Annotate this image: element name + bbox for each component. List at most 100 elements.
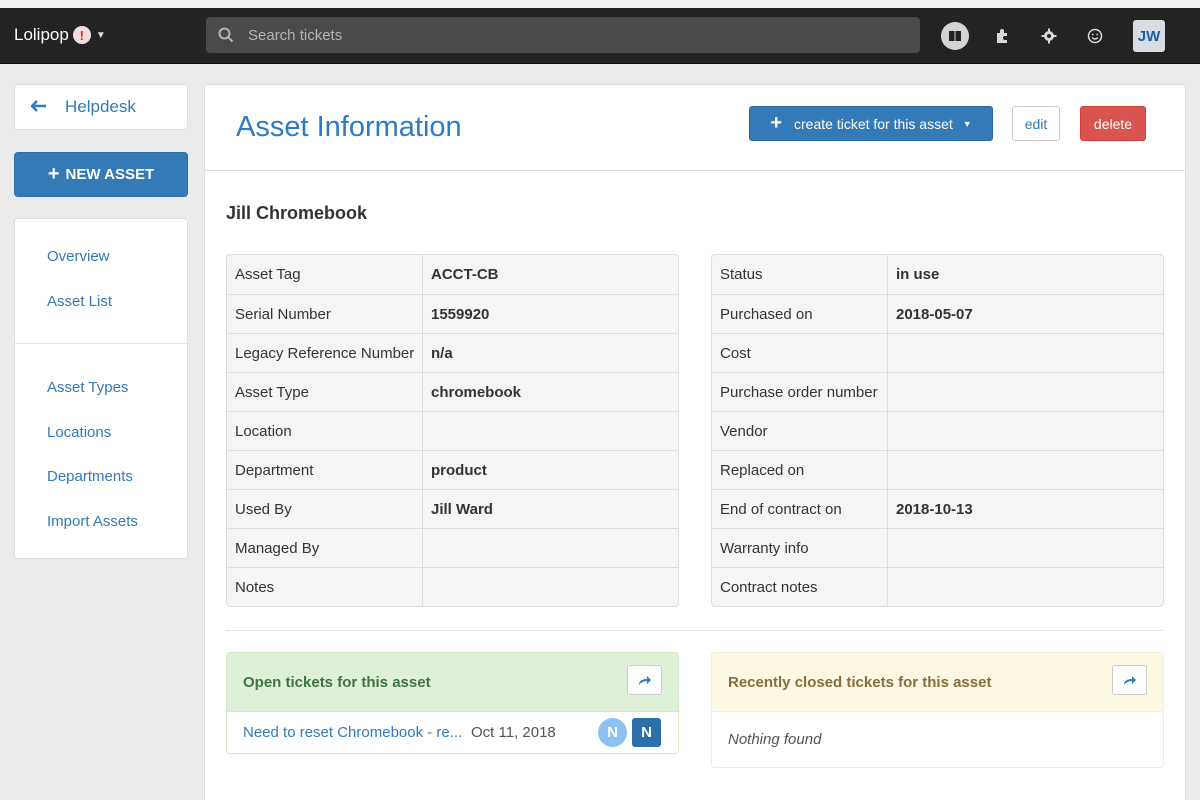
table-row: Purchase order number xyxy=(712,372,1163,411)
field-label: Purchase order number xyxy=(712,373,888,411)
field-label: End of contract on xyxy=(712,490,888,528)
ticket-row: Need to reset Chromebook - re... Oct 11,… xyxy=(227,712,678,753)
asset-details-table: Asset Tag ACCT-CB Serial Number 1559920 Le… xyxy=(226,254,679,607)
field-label: Managed By xyxy=(227,529,423,567)
sidebar-divider xyxy=(15,343,187,344)
sidebar-item-departments[interactable]: Departments xyxy=(47,468,133,485)
delete-button[interactable]: delete xyxy=(1080,106,1146,141)
top-navbar: Lolipop ! ▼ JW xyxy=(0,8,1200,64)
table-row: Cost xyxy=(712,333,1163,372)
table-row: Contract notes xyxy=(712,567,1163,606)
search-input[interactable] xyxy=(248,26,848,44)
table-row: Department product xyxy=(227,450,678,489)
share-arrow-icon xyxy=(638,676,651,685)
field-value xyxy=(423,412,431,450)
field-value: 2018-10-13 xyxy=(896,500,973,518)
ticket-subject-link[interactable]: Need to reset Chromebook - re... xyxy=(243,724,465,741)
chevron-down-icon: ▼ xyxy=(962,118,972,129)
field-value: 2018-05-07 xyxy=(896,305,973,323)
field-label: Notes xyxy=(227,568,423,606)
sidebar-item-overview[interactable]: Overview xyxy=(47,248,110,265)
asset-panel: Asset Information + create ticket for th… xyxy=(204,84,1186,800)
empty-state-text: Nothing found xyxy=(712,712,1163,767)
table-row: Legacy Reference Number n/a xyxy=(227,333,678,372)
section-divider xyxy=(226,630,1164,631)
table-row: Managed By xyxy=(227,528,678,567)
field-value xyxy=(423,529,431,567)
sidebar-item-locations[interactable]: Locations xyxy=(47,424,111,441)
back-label: Helpdesk xyxy=(65,97,136,116)
field-label: Replaced on xyxy=(712,451,888,489)
sidebar-menu: Overview Asset List Asset Types Location… xyxy=(14,218,188,559)
field-value xyxy=(888,373,896,411)
alert-icon: ! xyxy=(72,26,91,44)
field-label: Location xyxy=(227,412,423,450)
window-top-strip xyxy=(0,0,1200,8)
smiley-icon[interactable] xyxy=(1081,22,1109,50)
field-label: Used By xyxy=(227,490,423,528)
assignee-avatar: N xyxy=(598,718,627,747)
search-icon xyxy=(218,27,234,43)
page-title: Asset Information xyxy=(236,111,462,143)
gear-icon[interactable] xyxy=(1035,22,1063,50)
field-label: Status xyxy=(712,255,888,294)
open-tickets-title: Open tickets for this asset xyxy=(243,673,431,691)
field-label: Department xyxy=(227,451,423,489)
sidebar-item-import-assets[interactable]: Import Assets xyxy=(47,513,138,530)
book-icon[interactable] xyxy=(941,22,969,50)
plus-icon: + xyxy=(47,163,60,185)
field-label: Contract notes xyxy=(712,568,888,606)
open-tickets-box: Open tickets for this asset Need to rese… xyxy=(226,652,679,754)
closed-tickets-header: Recently closed tickets for this asset xyxy=(712,653,1163,712)
asset-name: Jill Chromebook xyxy=(226,203,368,223)
field-value: 1559920 xyxy=(431,305,490,323)
brand-name: Lolipop xyxy=(14,25,69,44)
new-asset-button[interactable]: + NEW ASSET xyxy=(14,152,188,197)
field-label: Asset Type xyxy=(227,373,423,411)
sidebar-item-asset-list[interactable]: Asset List xyxy=(47,293,112,310)
field-value: Jill Ward xyxy=(431,500,493,518)
table-row: Vendor xyxy=(712,411,1163,450)
table-row: Purchased on 2018-05-07 xyxy=(712,294,1163,333)
user-avatar[interactable]: JW xyxy=(1133,20,1165,52)
puzzle-icon[interactable] xyxy=(988,22,1016,50)
field-value xyxy=(888,412,896,450)
field-value xyxy=(423,568,431,606)
field-value xyxy=(888,568,896,606)
table-row: Asset Tag ACCT-CB xyxy=(227,255,678,294)
share-arrow-icon xyxy=(1123,676,1136,685)
panel-header: Asset Information + create ticket for th… xyxy=(205,85,1185,171)
new-asset-label: NEW ASSET xyxy=(65,166,155,183)
edit-button[interactable]: edit xyxy=(1012,106,1060,141)
table-row: Warranty info xyxy=(712,528,1163,567)
ticket-date: Oct 11, 2018 xyxy=(471,724,556,741)
field-value: n/a xyxy=(431,344,453,362)
field-label: Serial Number xyxy=(227,295,423,333)
plus-icon: + xyxy=(770,112,783,134)
brand-menu[interactable]: Lolipop ! ▼ xyxy=(14,25,106,45)
arrow-left-icon xyxy=(30,97,47,117)
field-value: chromebook xyxy=(431,383,522,401)
field-value xyxy=(888,529,896,567)
field-value xyxy=(888,451,896,489)
field-value: product xyxy=(431,461,487,479)
table-row: Location xyxy=(227,411,678,450)
field-value: in use xyxy=(896,266,940,283)
open-tickets-header: Open tickets for this asset xyxy=(227,653,678,712)
open-tickets-link-button[interactable] xyxy=(627,665,662,695)
create-ticket-button[interactable]: + create ticket for this asset ▼ xyxy=(749,106,993,141)
field-label: Legacy Reference Number xyxy=(227,334,423,372)
field-label: Purchased on xyxy=(712,295,888,333)
field-value: ACCT-CB xyxy=(431,266,499,283)
chevron-down-icon: ▼ xyxy=(95,29,106,41)
table-row: Serial Number 1559920 xyxy=(227,294,678,333)
sidebar-item-asset-types[interactable]: Asset Types xyxy=(47,379,128,396)
table-row: Asset Type chromebook xyxy=(227,372,678,411)
closed-tickets-link-button[interactable] xyxy=(1112,665,1147,695)
closed-tickets-title: Recently closed tickets for this asset xyxy=(728,673,992,691)
status-badge: N xyxy=(632,718,661,747)
field-value xyxy=(888,334,896,372)
table-row: Replaced on xyxy=(712,450,1163,489)
field-label: Asset Tag xyxy=(227,255,423,294)
back-to-helpdesk-link[interactable]: Helpdesk xyxy=(14,84,188,130)
